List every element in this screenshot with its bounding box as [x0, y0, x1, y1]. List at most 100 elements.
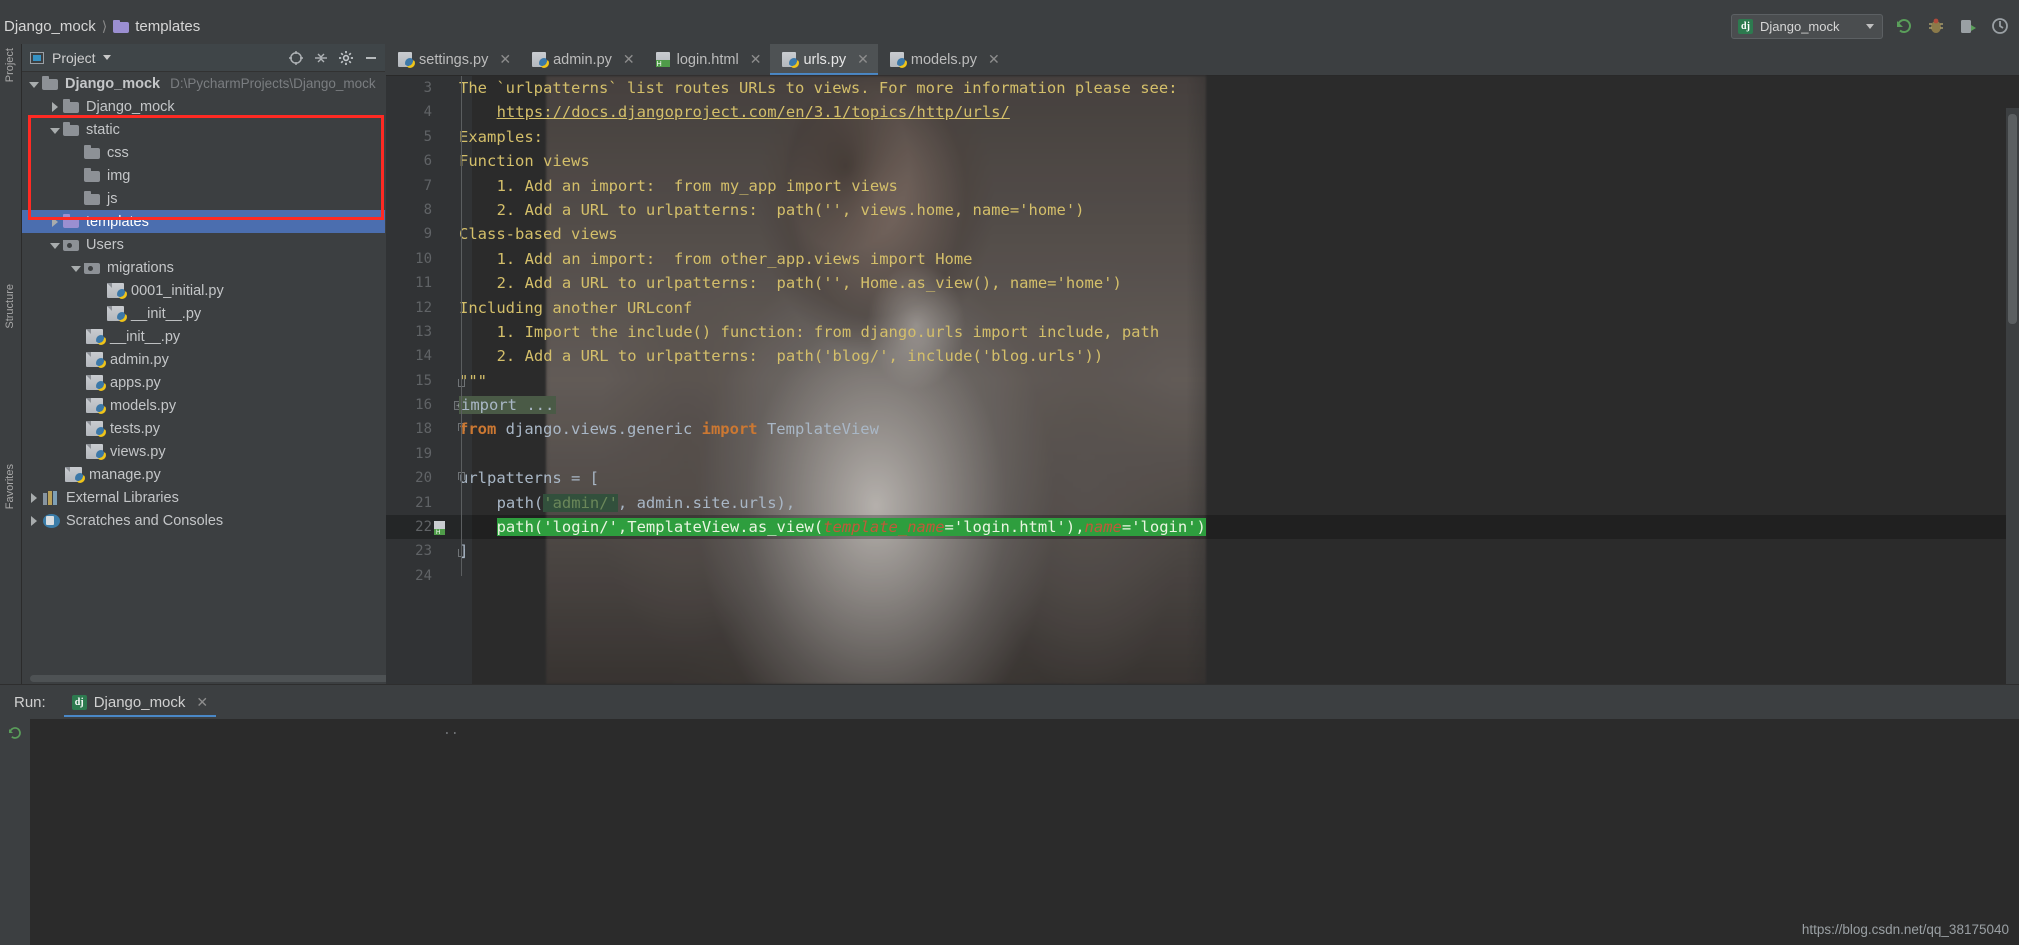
code-line[interactable]: 20 urlpatterns = [: [386, 466, 2019, 490]
rerun-icon[interactable]: [7, 725, 23, 741]
tree-item--init-py[interactable]: __init__.py: [22, 325, 385, 348]
code-text: from django.views.generic import Templat…: [459, 417, 879, 441]
tree-item--init-py[interactable]: __init__.py: [22, 302, 385, 325]
tree-item-external-libraries[interactable]: External Libraries: [22, 486, 385, 509]
external-libraries-icon: [43, 490, 60, 505]
tree-expand-arrow-icon[interactable]: [70, 262, 82, 274]
code-line[interactable]: 6 Function views: [386, 149, 2019, 173]
breadcrumb-project[interactable]: Django_mock: [4, 18, 96, 35]
close-tab-icon[interactable]: ✕: [988, 51, 1000, 68]
code-line[interactable]: 15 """: [386, 369, 2019, 393]
python-file-icon: [86, 352, 106, 368]
code-line[interactable]: 12 Including another URLconf: [386, 296, 2019, 320]
close-icon[interactable]: ✕: [196, 694, 208, 711]
strip-label-structure[interactable]: Structure: [4, 284, 16, 329]
profile-icon[interactable]: [1989, 15, 2011, 37]
run-tab-django-mock[interactable]: dj Django_mock ✕: [63, 685, 217, 719]
code-line[interactable]: 14 2. Add a URL to urlpatterns: path('blo…: [386, 344, 2019, 368]
tree-item-migrations[interactable]: migrations: [22, 256, 385, 279]
editor-tab-settings-py[interactable]: settings.py ✕: [386, 44, 520, 75]
tree-item-admin-py[interactable]: admin.py: [22, 348, 385, 371]
tree-expand-arrow-icon[interactable]: [28, 492, 40, 504]
rerun-icon[interactable]: [1893, 15, 1915, 37]
locate-icon[interactable]: [288, 50, 304, 66]
code-line[interactable]: 21 path('admin/', admin.site.urls),: [386, 491, 2019, 515]
coverage-icon[interactable]: [1957, 15, 1979, 37]
code-line[interactable]: 4 https://docs.djangoproject.com/en/3.1/t…: [386, 100, 2019, 124]
code-line[interactable]: 22 Hpath('login/',TemplateView.as_view(te…: [386, 515, 2019, 540]
close-tab-icon[interactable]: ✕: [857, 51, 869, 68]
code-line[interactable]: 3 The `urlpatterns` list routes URLs to v…: [386, 76, 2019, 100]
line-number: 15: [415, 372, 432, 389]
tree-item-views-py[interactable]: views.py: [22, 440, 385, 463]
project-tree-horizontal-scrollbar[interactable]: [30, 675, 400, 682]
code-line[interactable]: 8 2. Add a URL to urlpatterns: path('', v…: [386, 198, 2019, 222]
tree-item-js[interactable]: js: [22, 187, 385, 210]
code-line[interactable]: 19: [386, 442, 2019, 466]
code-line[interactable]: 24: [386, 564, 2019, 588]
strip-label-project[interactable]: Project: [4, 48, 16, 82]
code-line[interactable]: 16+import ...: [386, 393, 2019, 417]
code-line[interactable]: 23]: [386, 539, 2019, 563]
settings-gear-icon[interactable]: [338, 50, 354, 66]
code-line[interactable]: 5 Examples:: [386, 125, 2019, 149]
line-number: 19: [415, 445, 432, 462]
tree-item-css[interactable]: css: [22, 141, 385, 164]
tree-item-models-py[interactable]: models.py: [22, 394, 385, 417]
close-tab-icon[interactable]: ✕: [623, 51, 635, 68]
editor-tab-login-html[interactable]: login.html ✕: [644, 44, 771, 75]
strip-label-favorites[interactable]: Favorites: [4, 464, 16, 509]
tree-expand-arrow-icon[interactable]: [49, 101, 61, 113]
code-line[interactable]: 7 1. Add an import: from my_app import vi…: [386, 174, 2019, 198]
folder-icon: [84, 145, 101, 160]
run-console[interactable]: .. https://blog.csdn.net/qq_38175040: [0, 719, 2019, 945]
editor-tab-bar[interactable]: settings.py ✕ admin.py ✕ login.html ✕ urls.py ✕…: [386, 44, 2019, 76]
code-editor[interactable]: 3 The `urlpatterns` list routes URLs to v…: [386, 76, 2019, 684]
docstring-text: 1. Add an import: from other_app.views i…: [496, 249, 973, 268]
tree-item-apps-py[interactable]: apps.py: [22, 371, 385, 394]
editor-tab-label: settings.py: [419, 51, 489, 68]
tree-item-django-mock[interactable]: Django_mock D:\PycharmProjects\Django_moc…: [22, 72, 385, 95]
folded-imports-placeholder[interactable]: import ...: [459, 396, 557, 415]
tree-expand-arrow-icon[interactable]: [28, 515, 40, 527]
close-tab-icon[interactable]: ✕: [499, 51, 511, 68]
code-line[interactable]: 13 1. Import the include() function: from…: [386, 320, 2019, 344]
tree-item-templates[interactable]: templates: [22, 210, 385, 233]
tree-item-users[interactable]: Users: [22, 233, 385, 256]
project-tree[interactable]: Django_mock D:\PycharmProjects\Django_moc…: [22, 72, 385, 672]
line-number: 4: [423, 104, 432, 121]
editor-tab-urls-py[interactable]: urls.py ✕: [770, 44, 879, 75]
variable-urlpatterns: urlpatterns: [459, 469, 562, 488]
tree-item-img[interactable]: img: [22, 164, 385, 187]
python-package-icon: [84, 260, 101, 275]
tree-item-static[interactable]: static: [22, 118, 385, 141]
code-line[interactable]: 10 1. Add an import: from other_app.views…: [386, 247, 2019, 271]
chevron-down-icon[interactable]: [102, 55, 111, 60]
django-icon: dj: [1738, 18, 1753, 34]
tree-item-django-mock[interactable]: Django_mock: [22, 95, 385, 118]
tree-item-0001-initial-py[interactable]: 0001_initial.py: [22, 279, 385, 302]
tree-item-manage-py[interactable]: manage.py: [22, 463, 385, 486]
editor-tab-admin-py[interactable]: admin.py ✕: [520, 44, 644, 75]
code-lines[interactable]: 3 The `urlpatterns` list routes URLs to v…: [386, 76, 2019, 684]
run-configuration-selector[interactable]: dj Django_mock: [1731, 13, 1883, 39]
code-line[interactable]: 9 Class-based views: [386, 222, 2019, 246]
editor-scrollbar[interactable]: [2006, 108, 2019, 684]
code-line[interactable]: 11 2. Add a URL to urlpatterns: path('', …: [386, 271, 2019, 295]
tree-expand-arrow-icon[interactable]: [28, 78, 40, 90]
breadcrumb-folder[interactable]: templates: [135, 18, 200, 35]
tree-expand-arrow-icon[interactable]: [49, 239, 61, 251]
html-file-gutter-icon[interactable]: H: [432, 519, 448, 536]
tree-expand-arrow-icon[interactable]: [49, 216, 61, 228]
tree-item-scratches-and-consoles[interactable]: Scratches and Consoles: [22, 509, 385, 532]
code-line[interactable]: 18 from django.views.generic import Templ…: [386, 417, 2019, 441]
tree-expand-arrow-icon[interactable]: [49, 124, 61, 136]
fold-guide-line-2: [461, 429, 462, 479]
debug-icon[interactable]: [1925, 15, 1947, 37]
tree-item-tests-py[interactable]: tests.py: [22, 417, 385, 440]
hide-window-icon[interactable]: [363, 50, 379, 66]
close-tab-icon[interactable]: ✕: [750, 51, 762, 68]
collapse-all-icon[interactable]: [313, 50, 329, 66]
scrollbar-thumb[interactable]: [2008, 114, 2017, 324]
editor-tab-models-py[interactable]: models.py ✕: [878, 44, 1009, 75]
